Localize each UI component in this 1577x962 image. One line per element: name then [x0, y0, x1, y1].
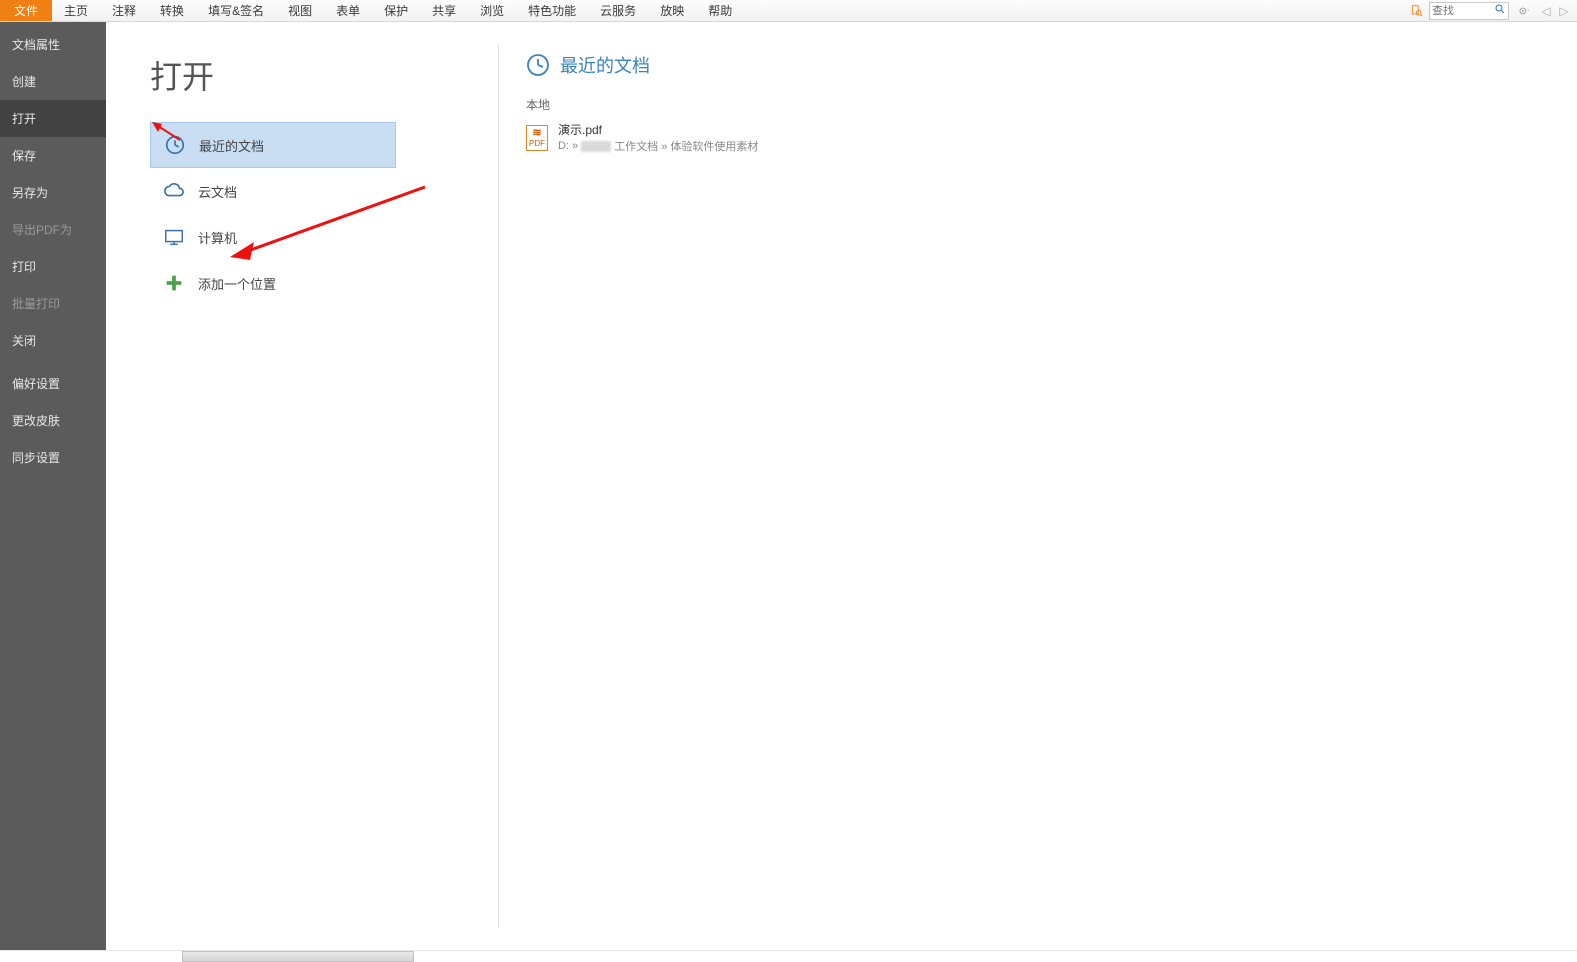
- tab-file[interactable]: 文件: [0, 0, 52, 21]
- location-label: 添加一个位置: [198, 274, 276, 293]
- sidebar-item-label: 打开: [12, 112, 36, 126]
- tab-protect[interactable]: 保护: [372, 0, 420, 21]
- sidebar-item-label: 导出PDF为: [12, 223, 72, 237]
- file-name: 演示.pdf: [558, 121, 758, 138]
- sidebar-item-create[interactable]: 创建: [0, 63, 106, 100]
- search-box[interactable]: [1429, 2, 1509, 20]
- tab-convert[interactable]: 转换: [148, 0, 196, 21]
- file-path-mid: 工作文档: [614, 138, 658, 154]
- sidebar-item-label: 偏好设置: [12, 377, 60, 391]
- nav-forward-icon[interactable]: ▷: [1557, 3, 1571, 19]
- sidebar-item-label: 保存: [12, 149, 36, 163]
- sidebar-item-sync[interactable]: 同步设置: [0, 439, 106, 476]
- plus-icon: [162, 271, 186, 295]
- tab-browse[interactable]: 浏览: [468, 0, 516, 21]
- location-label: 云文档: [198, 182, 237, 201]
- sidebar-item-label: 打印: [12, 260, 36, 274]
- location-add[interactable]: 添加一个位置: [150, 260, 396, 306]
- location-label: 最近的文档: [199, 136, 264, 155]
- location-cloud[interactable]: 云文档: [150, 168, 396, 214]
- search-doc-icon[interactable]: [1409, 3, 1425, 19]
- sidebar-item-preferences[interactable]: 偏好设置: [0, 365, 106, 402]
- sidebar-item-close[interactable]: 关闭: [0, 322, 106, 359]
- sidebar-item-save[interactable]: 保存: [0, 137, 106, 174]
- status-segment: [182, 951, 414, 962]
- tab-label: 帮助: [708, 2, 732, 19]
- sidebar-item-print[interactable]: 打印: [0, 248, 106, 285]
- open-panel-right: 最近的文档 本地 ≋ PDF 演示.pdf D: » 工作文档 » 体验软件使用…: [396, 22, 758, 950]
- clock-icon: [163, 133, 187, 157]
- sidebar-item-label: 文档属性: [12, 38, 60, 52]
- sidebar-item-label: 同步设置: [12, 451, 60, 465]
- recent-header: 最近的文档: [526, 52, 758, 78]
- tab-help[interactable]: 帮助: [696, 0, 744, 21]
- open-content: 打开 最近的文档 云文档: [106, 22, 1577, 950]
- sidebar-item-label: 批量打印: [12, 297, 60, 311]
- tab-label: 表单: [336, 2, 360, 19]
- tab-features[interactable]: 特色功能: [516, 0, 588, 21]
- settings-dropdown-icon[interactable]: [1513, 3, 1535, 19]
- tab-fillsign[interactable]: 填写&签名: [196, 0, 276, 21]
- status-strip: [0, 950, 1577, 962]
- tab-share[interactable]: 共享: [420, 0, 468, 21]
- tab-label: 转换: [160, 2, 184, 19]
- pdf-icon: ≋ PDF: [526, 125, 548, 151]
- tab-label: 注释: [112, 2, 136, 19]
- sidebar-item-export: 导出PDF为: [0, 211, 106, 248]
- local-label: 本地: [526, 96, 758, 113]
- tab-label: 共享: [432, 2, 456, 19]
- tab-comment[interactable]: 注释: [100, 0, 148, 21]
- location-recent[interactable]: 最近的文档: [150, 122, 396, 168]
- tab-cloud[interactable]: 云服务: [588, 0, 648, 21]
- computer-icon: [162, 225, 186, 249]
- sidebar-item-batchprint: 批量打印: [0, 285, 106, 322]
- file-path: D: » 工作文档 » 体验软件使用素材: [558, 138, 758, 154]
- tab-label: 填写&签名: [208, 2, 264, 19]
- panel-divider: [498, 44, 499, 928]
- main-area: 文档属性 创建 打开 保存 另存为 导出PDF为 打印 批量打印 关闭 偏好设置…: [0, 22, 1577, 950]
- sidebar-item-label: 更改皮肤: [12, 414, 60, 428]
- clock-icon: [526, 53, 550, 77]
- sidebar-item-properties[interactable]: 文档属性: [0, 26, 106, 63]
- recent-header-label: 最近的文档: [560, 52, 650, 78]
- tab-label: 云服务: [600, 2, 636, 19]
- location-label: 计算机: [198, 228, 237, 247]
- file-path-suffix: » 体验软件使用素材: [661, 138, 758, 154]
- open-title: 打开: [150, 52, 396, 98]
- location-computer[interactable]: 计算机: [150, 214, 396, 260]
- file-sidebar: 文档属性 创建 打开 保存 另存为 导出PDF为 打印 批量打印 关闭 偏好设置…: [0, 22, 106, 950]
- file-info: 演示.pdf D: » 工作文档 » 体验软件使用素材: [558, 121, 758, 154]
- tab-label: 特色功能: [528, 2, 576, 19]
- tab-view[interactable]: 视图: [276, 0, 324, 21]
- sidebar-item-label: 关闭: [12, 334, 36, 348]
- tab-form[interactable]: 表单: [324, 0, 372, 21]
- search-icon[interactable]: [1494, 3, 1506, 18]
- tab-label: 浏览: [480, 2, 504, 19]
- tab-label: 视图: [288, 2, 312, 19]
- sidebar-item-label: 另存为: [12, 186, 48, 200]
- tab-label: 放映: [660, 2, 684, 19]
- cloud-icon: [162, 179, 186, 203]
- tab-home[interactable]: 主页: [52, 0, 100, 21]
- file-path-prefix: D: »: [558, 140, 578, 152]
- search-input[interactable]: [1432, 5, 1492, 17]
- menubar: 文件 主页 注释 转换 填写&签名 视图 表单 保护 共享 浏览 特色功能 云服…: [0, 0, 1577, 22]
- tab-file-label: 文件: [14, 2, 38, 19]
- tab-label: 保护: [384, 2, 408, 19]
- open-panel-left: 打开 最近的文档 云文档: [106, 22, 396, 950]
- recent-file-item[interactable]: ≋ PDF 演示.pdf D: » 工作文档 » 体验软件使用素材: [526, 119, 758, 156]
- menubar-right: ◁ ▷: [1409, 0, 1577, 21]
- sidebar-item-label: 创建: [12, 75, 36, 89]
- nav-back-icon[interactable]: ◁: [1539, 3, 1553, 19]
- tab-label: 主页: [64, 2, 88, 19]
- location-list: 最近的文档 云文档 计算机: [150, 122, 396, 306]
- sidebar-item-open[interactable]: 打开: [0, 100, 106, 137]
- sidebar-item-skin[interactable]: 更改皮肤: [0, 402, 106, 439]
- redacted-segment: [581, 141, 611, 152]
- sidebar-item-saveas[interactable]: 另存为: [0, 174, 106, 211]
- tab-slideshow[interactable]: 放映: [648, 0, 696, 21]
